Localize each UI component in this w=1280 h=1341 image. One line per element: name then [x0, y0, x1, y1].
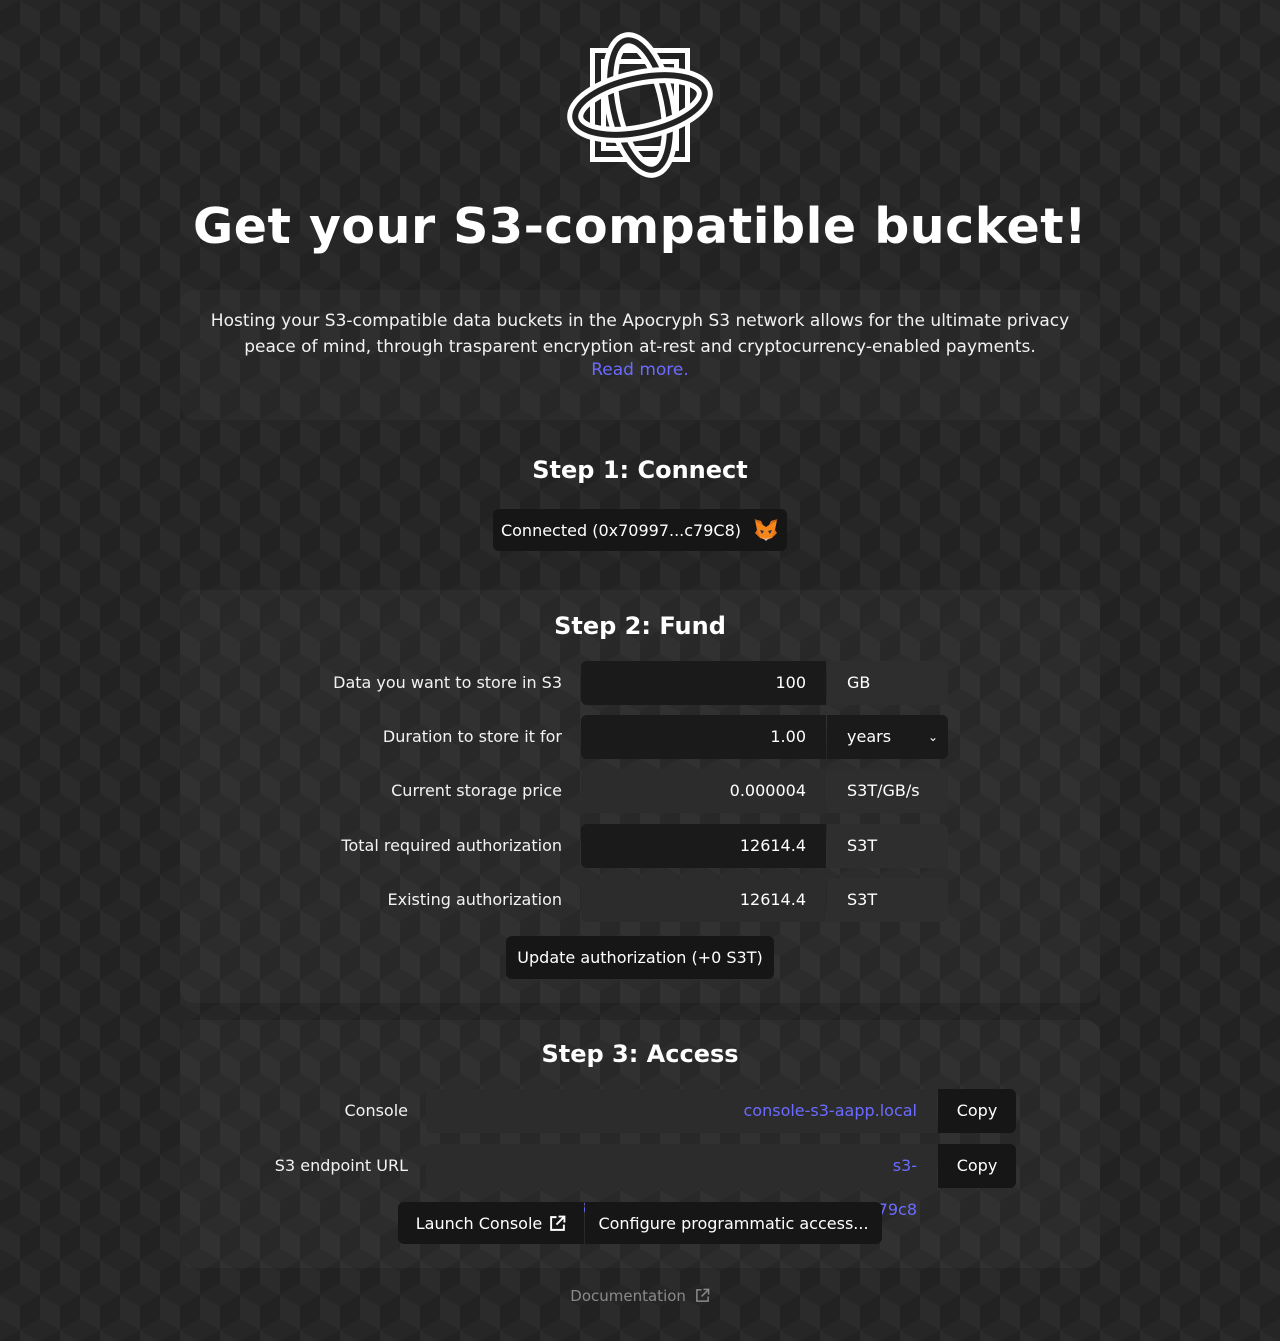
external-link-icon: [550, 1215, 566, 1231]
page-title: Get your S3-compatible bucket!: [193, 198, 1087, 255]
metamask-fox-icon: [754, 519, 779, 541]
endpoint-url-field: s3-aapp.local/70997970c51812dc3a010c7d01…: [426, 1144, 937, 1219]
data-size-label: Data you want to store in S3: [333, 673, 562, 692]
step3-title: Step 3: Access: [541, 1040, 739, 1068]
read-more-link[interactable]: Read more.: [591, 360, 689, 380]
documentation-label: Documentation: [570, 1287, 686, 1305]
total-auth-unit: S3T: [827, 824, 948, 868]
copy-console-button[interactable]: Copy: [938, 1089, 1016, 1133]
documentation-link[interactable]: Documentation: [0, 1287, 1280, 1305]
external-link-icon: [695, 1288, 710, 1302]
data-size-input[interactable]: 100: [581, 661, 826, 705]
duration-input[interactable]: 1.00: [581, 715, 826, 759]
launch-console-button[interactable]: Launch Console: [398, 1202, 584, 1244]
step1-title: Step 1: Connect: [532, 456, 748, 484]
read-more-wrapper: Read more.: [0, 360, 1280, 380]
connected-label: Connected (0x70997...c79C8): [500, 520, 742, 540]
copy-endpoint-button[interactable]: Copy: [938, 1144, 1016, 1188]
configure-access-button[interactable]: Configure programmatic access...: [585, 1202, 882, 1244]
console-url-field: console-s3-aapp.local: [426, 1089, 937, 1133]
storage-price-label: Current storage price: [391, 781, 562, 800]
step2-title: Step 2: Fund: [554, 612, 726, 640]
existing-auth-unit: S3T: [827, 878, 948, 922]
chevron-down-icon: ⌄: [927, 730, 938, 744]
duration-label: Duration to store it for: [382, 727, 562, 746]
update-authorization-button[interactable]: Update authorization (+0 S3T): [506, 936, 774, 979]
intro-text: Hosting your S3-compatible data buckets …: [210, 311, 1070, 357]
connect-wallet-button[interactable]: Connected (0x70997...c79C8): [493, 509, 787, 551]
existing-auth-value: 12614.4: [581, 878, 826, 922]
storage-price-unit: S3T/GB/s: [827, 769, 948, 813]
total-auth-input[interactable]: 12614.4: [581, 824, 826, 868]
launch-console-label: Launch Console: [415, 1213, 543, 1233]
duration-unit-select[interactable]: years ⌄: [827, 715, 948, 759]
data-size-unit: GB: [827, 661, 948, 705]
apocryph-logo: [567, 32, 713, 178]
console-label: Console: [344, 1101, 408, 1120]
console-url-link[interactable]: console-s3-aapp.local: [744, 1101, 918, 1120]
total-auth-label: Total required authorization: [341, 836, 562, 855]
endpoint-label: S3 endpoint URL: [274, 1156, 408, 1175]
existing-auth-label: Existing authorization: [387, 890, 562, 909]
storage-price-value: 0.000004: [581, 769, 826, 813]
duration-unit-value: years: [847, 727, 892, 746]
